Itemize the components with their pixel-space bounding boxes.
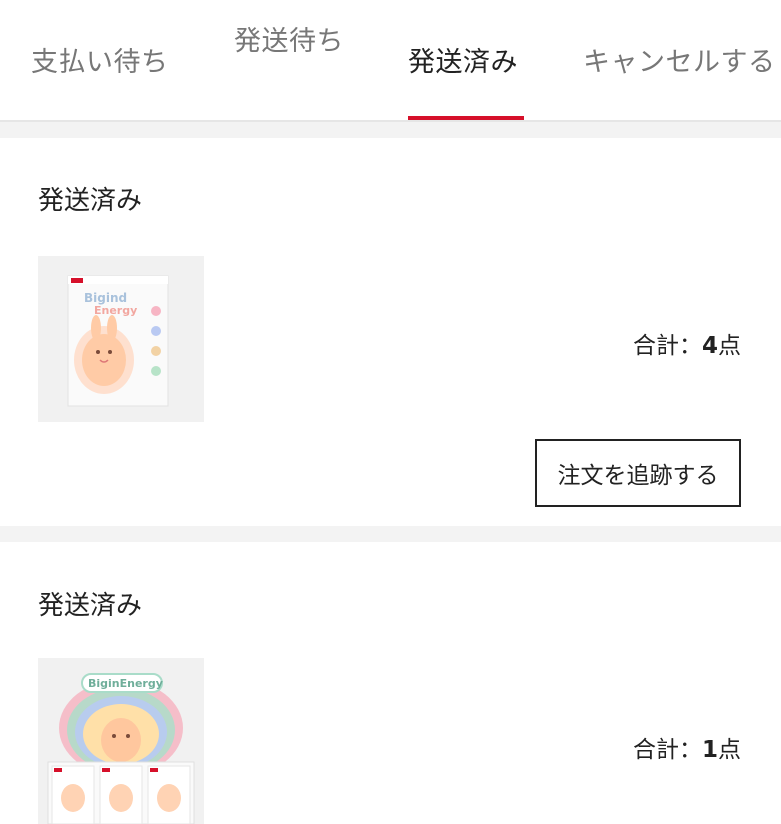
order-total: 合計：4点	[633, 326, 741, 360]
order-status-label: 発送済み	[38, 186, 143, 216]
svg-text:Energy: Energy	[94, 304, 137, 317]
section-separator	[0, 122, 781, 138]
product-thumbnail[interactable]: Bigind Energy	[38, 256, 204, 422]
order-status-tabs: 支払い待ち 発送待ち 発送済み キャンセルする	[0, 0, 781, 122]
tab-cancel[interactable]: キャンセルする	[583, 40, 776, 79]
order-total-prefix: 合計：	[632, 737, 702, 763]
tab-awaiting-payment[interactable]: 支払い待ち	[31, 40, 169, 79]
product-thumbnail[interactable]: BiginEnergy	[38, 658, 204, 824]
order-total-unit: 点	[718, 333, 741, 359]
order-status-label: 発送済み	[38, 591, 143, 621]
order-card: 発送済み Bigind Energy 合計：4点 注文を追跡する	[0, 138, 781, 526]
order-total-count: 1	[701, 737, 718, 763]
order-total-count: 4	[701, 333, 718, 359]
svg-text:Bigind: Bigind	[84, 291, 127, 305]
boxed-set-with-bunny-figure-image: BiginEnergy	[38, 658, 204, 824]
track-order-button[interactable]: 注文を追跡する	[535, 439, 741, 507]
tab-shipped[interactable]: 発送済み	[408, 40, 518, 79]
active-tab-indicator	[408, 116, 524, 120]
order-total-unit: 点	[718, 737, 741, 763]
svg-text:BiginEnergy: BiginEnergy	[88, 677, 163, 690]
tab-awaiting-shipment[interactable]: 発送待ち	[234, 19, 344, 58]
order-card: 発送済み BiginEnergy 合計：1点	[0, 542, 781, 824]
section-separator	[0, 526, 781, 542]
order-total: 合計：1点	[633, 730, 741, 764]
order-total-prefix: 合計：	[632, 333, 702, 359]
box-with-bunny-figure-image: Bigind Energy	[38, 256, 204, 422]
